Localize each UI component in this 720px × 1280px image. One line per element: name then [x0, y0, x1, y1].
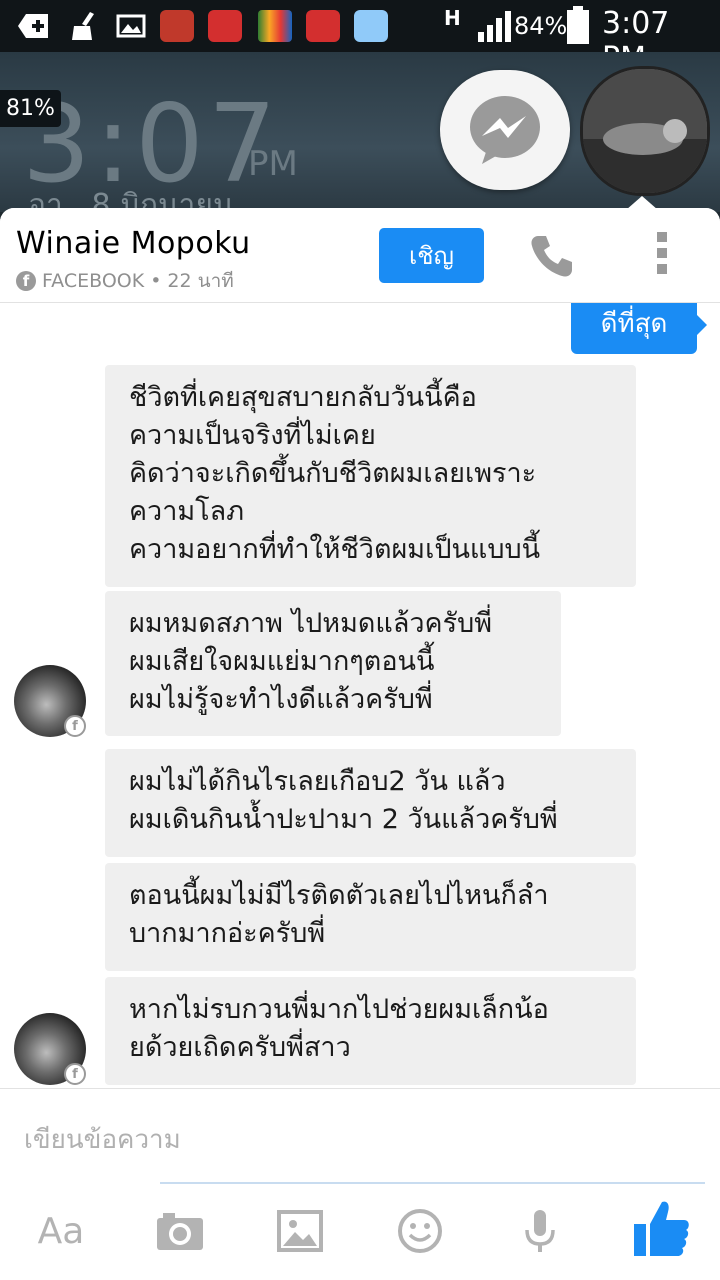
emoji-icon[interactable]	[393, 1204, 447, 1258]
messenger-icon	[470, 96, 540, 164]
contact-subtitle: f FACEBOOK • 22 นาที	[16, 266, 234, 296]
store-icon	[354, 10, 388, 42]
composer-toolbar: Aa	[0, 1184, 720, 1280]
network-type: H	[444, 6, 461, 30]
message-list: ดีที่สุด ชีวิตที่เคยสุขสบายกลับวันนี้คือ…	[0, 303, 720, 1088]
sent-message-bubble[interactable]: ดีที่สุด	[571, 303, 697, 354]
message-line: ผมเสียใจผมแย่มากๆตอนนี้	[129, 646, 435, 677]
microphone-icon[interactable]	[513, 1204, 567, 1258]
message-line: ความอยากที่ทำให้ชีวิตผมเป็นแบบนี้	[129, 534, 541, 565]
lockscreen-ampm: PM	[248, 144, 298, 184]
avg-icon	[258, 10, 292, 42]
time-ago: 22 นาที	[167, 270, 234, 292]
messenger-chathead[interactable]	[440, 70, 570, 190]
text-format-button[interactable]: Aa	[34, 1204, 88, 1258]
status-bar: H 84% 3:07 PM	[0, 0, 720, 76]
invite-button[interactable]: เชิญ	[379, 228, 484, 283]
more-options-icon[interactable]	[652, 232, 672, 284]
candy-app-icon	[160, 10, 194, 42]
contact-chathead[interactable]	[580, 66, 710, 196]
add-icon	[18, 14, 48, 38]
facebook-icon: f	[16, 271, 36, 291]
contact-photo	[583, 69, 707, 193]
message-line: ผมเดินกินน้ำปะปามา 2 วันแล้วครับพี่	[129, 804, 558, 835]
message-line: ชีวิตที่เคยสุขสบายกลับวันนี้คือ	[129, 382, 477, 413]
sent-bubble-tail	[697, 315, 707, 335]
what-sale-icon	[208, 10, 242, 42]
chat-header: Winaie Mopoku f FACEBOOK • 22 นาที เชิญ	[0, 208, 720, 303]
message-composer[interactable]: เขียนข้อความ	[0, 1088, 720, 1184]
message-line: บากมากอ่ะครับพี่	[129, 918, 326, 949]
received-message-bubble[interactable]: ชีวิตที่เคยสุขสบายกลับวันนี้คือ ความเป็น…	[105, 365, 636, 587]
message-line: ยด้วยเถิดครับพี่สาว	[129, 1032, 351, 1063]
message-input[interactable]: เขียนข้อความ	[24, 1119, 181, 1160]
what-sale-icon	[306, 10, 340, 42]
received-message-bubble[interactable]: ตอนนี้ผมไม่มีไรติดตัวเลยไปไหนก็ลำ บากมาก…	[105, 863, 636, 971]
like-thumb-icon[interactable]	[632, 1198, 690, 1260]
received-message-bubble[interactable]: ผมหมดสภาพ ไปหมดแล้วครับพี่ ผมเสียใจผมแย่…	[105, 591, 561, 736]
battery-widget: 81%	[0, 90, 61, 127]
chat-panel: Winaie Mopoku f FACEBOOK • 22 นาที เชิญ …	[0, 208, 720, 1280]
separator-dot: •	[150, 270, 162, 292]
message-line: ความเป็นจริงที่ไม่เคย	[129, 420, 376, 451]
cleaner-icon	[72, 12, 94, 40]
received-message-bubble[interactable]: ผมไม่ได้กินไรเลยเกือบ2 วัน แล้ว ผมเดินกิ…	[105, 749, 636, 857]
gallery-icon	[116, 14, 146, 38]
battery-icon	[567, 6, 589, 44]
message-line: ผมไม่รู้จะทำไงดีแล้วครับพี่	[129, 684, 433, 715]
message-line: ตอนนี้ผมไม่มีไรติดตัวเลยไปไหนก็ลำ	[129, 880, 549, 911]
message-line: หากไม่รบกวนพี่มากไปช่วยผมเล็กน้อ	[129, 994, 549, 1025]
facebook-badge-icon: f	[64, 1063, 86, 1085]
contact-source: FACEBOOK	[42, 270, 145, 292]
message-line: คิดว่าจะเกิดขึ้นกับชีวิตผมเลยเพราะ	[129, 458, 537, 489]
message-line: ความโลภ	[129, 496, 245, 527]
signal-icon	[478, 11, 511, 42]
battery-percent: 84%	[514, 12, 568, 40]
gallery-photo-icon[interactable]	[273, 1204, 327, 1258]
camera-icon[interactable]	[153, 1204, 207, 1258]
contact-name: Winaie Mopoku	[16, 226, 251, 261]
facebook-badge-icon: f	[64, 715, 86, 737]
message-line: ผมไม่ได้กินไรเลยเกือบ2 วัน แล้ว	[129, 766, 506, 797]
received-message-bubble[interactable]: หากไม่รบกวนพี่มากไปช่วยผมเล็กน้อ ยด้วยเถ…	[105, 977, 636, 1085]
phone-call-icon[interactable]	[528, 232, 576, 280]
message-line: ผมหมดสภาพ ไปหมดแล้วครับพี่	[129, 608, 493, 639]
